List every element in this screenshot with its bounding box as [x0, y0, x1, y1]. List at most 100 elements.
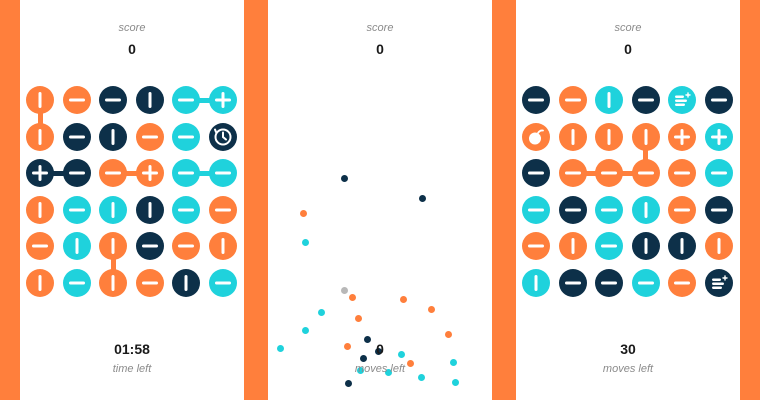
- minus-icon: [178, 244, 195, 248]
- dot-cell[interactable]: [558, 122, 587, 151]
- game-board[interactable]: [516, 0, 740, 400]
- dot-cell[interactable]: [595, 122, 624, 151]
- dot-cell[interactable]: [172, 159, 201, 188]
- dot-cell[interactable]: [631, 86, 660, 114]
- dot-cell[interactable]: [209, 159, 237, 188]
- dot-cell[interactable]: [522, 86, 550, 114]
- dot-cell[interactable]: [135, 195, 164, 224]
- minus-icon: [68, 98, 85, 102]
- dot-cell[interactable]: [522, 232, 550, 261]
- minus-icon: [564, 98, 581, 102]
- dot-cell[interactable]: [172, 232, 201, 261]
- dot-cell[interactable]: [558, 269, 587, 297]
- dot-cell[interactable]: [631, 195, 660, 224]
- particle-field: [268, 0, 492, 400]
- dot-cell[interactable]: [209, 269, 237, 297]
- dot-cell[interactable]: [26, 269, 54, 297]
- dot-cell[interactable]: [62, 195, 91, 224]
- plus-icon: [711, 128, 727, 145]
- minus-icon: [564, 171, 581, 175]
- bar-icon: [571, 238, 575, 255]
- dot-cell[interactable]: [705, 86, 733, 114]
- dot-cell[interactable]: [62, 232, 91, 261]
- dot-cell[interactable]: [668, 86, 697, 114]
- dot-cell[interactable]: [631, 269, 660, 297]
- dot-cell[interactable]: [668, 159, 697, 188]
- dot-cell[interactable]: [26, 232, 54, 261]
- dot-cell[interactable]: [209, 122, 237, 151]
- minus-icon: [141, 281, 158, 285]
- dot-cell[interactable]: [522, 159, 550, 188]
- dot-cell[interactable]: [595, 86, 624, 114]
- dot-cell[interactable]: [172, 86, 201, 114]
- dot-cell[interactable]: [595, 269, 624, 297]
- dot-cell[interactable]: [99, 159, 128, 188]
- minus-icon: [68, 208, 85, 212]
- dot-cell[interactable]: [705, 232, 733, 261]
- dot-cell[interactable]: [668, 195, 697, 224]
- dot-cell[interactable]: [26, 122, 54, 151]
- dot-cell[interactable]: [668, 269, 697, 297]
- dot-cell[interactable]: [522, 122, 550, 151]
- dot-cell[interactable]: [595, 159, 624, 188]
- falling-dot: [399, 295, 407, 303]
- minus-icon: [637, 98, 654, 102]
- dot-cell[interactable]: [668, 232, 697, 261]
- dot-cell[interactable]: [172, 122, 201, 151]
- game-panel-moves: score 0 30 moves left: [516, 0, 740, 400]
- dot-cell[interactable]: [209, 232, 237, 261]
- bar-icon: [111, 238, 115, 255]
- dot-cell[interactable]: [522, 195, 550, 224]
- dot-cell[interactable]: [135, 269, 164, 297]
- dot-cell[interactable]: [99, 122, 128, 151]
- bar-icon: [111, 201, 115, 218]
- dot-cell[interactable]: [135, 159, 164, 188]
- timer-label: time left: [112, 363, 152, 375]
- dot-cell[interactable]: [705, 159, 733, 188]
- dot-cell[interactable]: [62, 122, 91, 151]
- dot-cell[interactable]: [172, 195, 201, 224]
- falling-dot: [451, 378, 459, 386]
- minus-icon: [711, 98, 727, 102]
- minus-icon: [178, 171, 195, 175]
- dot-cell[interactable]: [26, 195, 54, 224]
- dot-cell[interactable]: [668, 122, 697, 151]
- dot-cell[interactable]: [705, 269, 733, 297]
- minus-icon: [711, 171, 727, 175]
- dot-cell[interactable]: [595, 232, 624, 261]
- dot-cell[interactable]: [62, 159, 91, 188]
- minus-icon: [674, 208, 691, 212]
- game-board[interactable]: [20, 0, 244, 400]
- dot-cell[interactable]: [99, 195, 128, 224]
- dot-cell[interactable]: [558, 232, 587, 261]
- dot-cell[interactable]: [99, 86, 128, 114]
- dot-cell[interactable]: [595, 195, 624, 224]
- dot-cell[interactable]: [26, 86, 54, 114]
- dot-cell[interactable]: [209, 86, 237, 114]
- dot-cell[interactable]: [62, 86, 91, 114]
- dot-cell[interactable]: [209, 195, 237, 224]
- dot-cell[interactable]: [631, 159, 660, 188]
- minus-icon: [68, 281, 85, 285]
- dot-cell[interactable]: [99, 269, 128, 297]
- dot-cell[interactable]: [135, 86, 164, 114]
- dot-cell[interactable]: [172, 269, 201, 297]
- dot-cell[interactable]: [522, 269, 550, 297]
- dot-cell[interactable]: [631, 232, 660, 261]
- dot-cell[interactable]: [135, 232, 164, 261]
- falling-dot: [340, 174, 348, 182]
- dot-cell[interactable]: [558, 159, 587, 188]
- dot-cell[interactable]: [705, 122, 733, 151]
- bar-icon: [38, 275, 42, 291]
- dot-cell[interactable]: [26, 159, 54, 188]
- dot-cell[interactable]: [631, 122, 660, 151]
- dot-cell[interactable]: [99, 232, 128, 261]
- dot-cell[interactable]: [558, 195, 587, 224]
- minus-icon: [178, 135, 195, 139]
- dot-cell[interactable]: [62, 269, 91, 297]
- minus-icon: [178, 98, 195, 102]
- bar-icon: [607, 92, 611, 108]
- dot-cell[interactable]: [558, 86, 587, 114]
- dot-cell[interactable]: [705, 195, 733, 224]
- dot-cell[interactable]: [135, 122, 164, 151]
